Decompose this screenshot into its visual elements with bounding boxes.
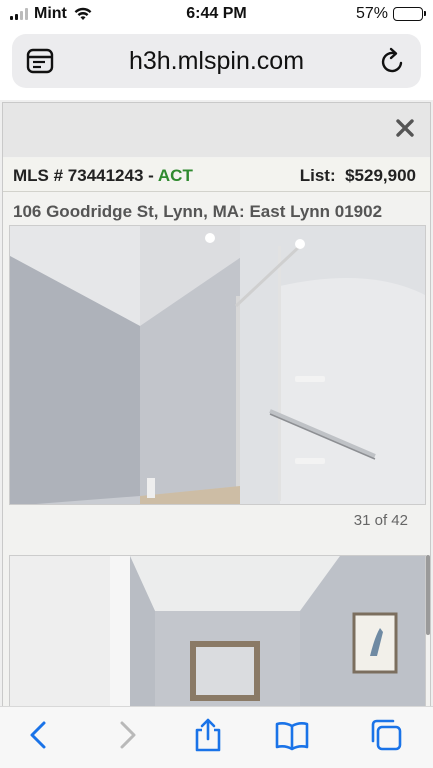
mls-number: MLS # 73441243 - ACT bbox=[13, 166, 193, 186]
url-text[interactable]: h3h.mlspin.com bbox=[12, 47, 421, 76]
list-price-label: List: bbox=[299, 166, 336, 185]
battery-indicator: 57% bbox=[355, 5, 426, 23]
modal-titlebar bbox=[3, 103, 430, 157]
book-icon[interactable] bbox=[274, 717, 310, 753]
battery-percent: 57% bbox=[355, 5, 388, 22]
battery-icon bbox=[393, 7, 426, 21]
bathroom-shower-image bbox=[10, 226, 425, 504]
close-icon[interactable] bbox=[394, 117, 416, 139]
forward-chevron-icon[interactable] bbox=[108, 717, 144, 753]
web-page: MLS # 73441243 - ACT List: $529,900 106 … bbox=[0, 100, 433, 710]
list-price: List: $529,900 bbox=[300, 166, 416, 186]
reload-icon[interactable] bbox=[379, 46, 407, 76]
status-badge: ACT bbox=[157, 166, 193, 185]
share-icon[interactable] bbox=[190, 717, 226, 753]
status-bar: Mint 6:44 PM 57% bbox=[0, 0, 433, 30]
scrollbar[interactable] bbox=[426, 555, 430, 635]
photo-counter: 31 of 42 bbox=[353, 512, 408, 529]
bathroom-mirror-image bbox=[10, 556, 425, 710]
address-bar[interactable]: h3h.mlspin.com bbox=[12, 34, 421, 88]
list-price-value: $529,900 bbox=[345, 166, 416, 185]
bottom-toolbar bbox=[0, 706, 433, 768]
listing-photo[interactable] bbox=[9, 555, 426, 710]
listing-modal: MLS # 73441243 - ACT List: $529,900 106 … bbox=[2, 102, 431, 710]
listing-address: 106 Goodridge St, Lynn, MA: East Lynn 01… bbox=[13, 202, 383, 221]
listing-photo[interactable] bbox=[9, 225, 426, 505]
tab-switcher-icon[interactable] bbox=[368, 717, 404, 753]
mls-label: MLS # 73441243 - bbox=[13, 166, 158, 185]
listing-header: MLS # 73441243 - ACT List: $529,900 bbox=[3, 158, 430, 192]
back-chevron-icon[interactable] bbox=[22, 717, 58, 753]
